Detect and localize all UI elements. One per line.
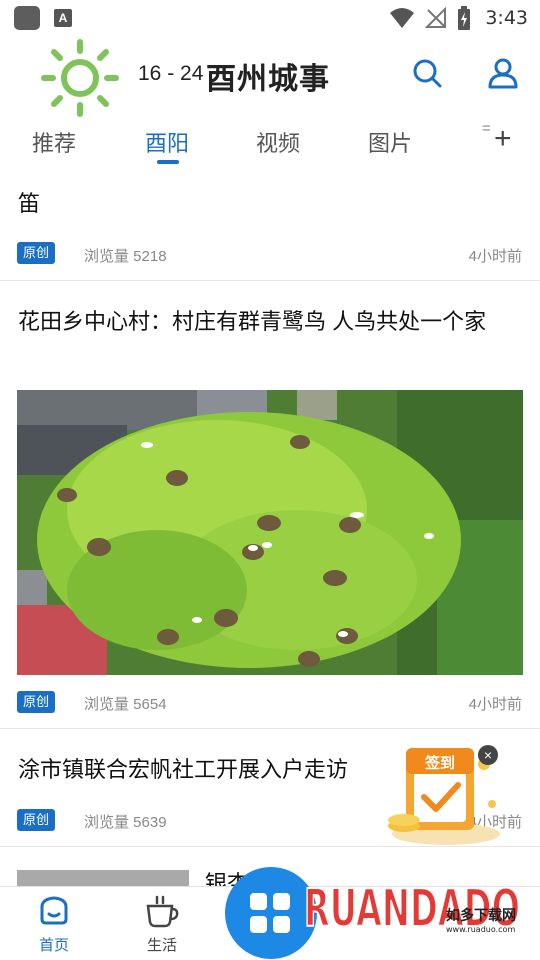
article-title[interactable]: 花田乡中心村：村庄有群青鹭鸟 人鸟共处一个家 — [18, 306, 518, 338]
a-notification-icon: A — [54, 9, 72, 27]
article-title[interactable]: 笛 — [18, 188, 40, 220]
watermark-url: www.ruaduo.com — [446, 925, 515, 934]
signin-label: 签到 — [424, 754, 455, 772]
nav-home[interactable]: 首页 — [24, 895, 84, 955]
nav-home-label: 首页 — [38, 937, 69, 954]
watermark-slogan: 如多下载网 — [446, 907, 516, 924]
channel-tabs: 推荐 酉阳 视频 图片 = + — [0, 116, 540, 172]
weather-temperature[interactable]: 16 - 24 — [138, 62, 203, 86]
tab-video[interactable]: 视频 — [256, 126, 300, 158]
tab-youyang[interactable]: 酉阳 — [145, 126, 189, 158]
home-icon — [40, 896, 68, 925]
original-badge: 原创 — [17, 242, 56, 264]
no-signal-icon — [425, 7, 447, 28]
watermark-logo: RUANDADO 如多下载网 www.ruaduo.com — [225, 867, 521, 959]
tab-pictures[interactable]: 图片 — [368, 126, 412, 158]
user-icon[interactable] — [486, 56, 520, 90]
nav-life[interactable]: 生活 — [132, 895, 192, 955]
view-count: 浏览量 5218 — [84, 248, 167, 265]
search-icon[interactable] — [410, 56, 444, 90]
sun-icon[interactable] — [40, 38, 120, 118]
divider — [0, 846, 540, 847]
wifi-icon — [390, 8, 415, 28]
app-icon — [14, 6, 40, 30]
article-title[interactable]: 涂市镇联合宏帆社工开展入户走访 — [18, 754, 348, 786]
original-badge: 原创 — [17, 809, 56, 831]
app-title: 酉州城事 — [206, 62, 330, 97]
active-tab-indicator — [157, 160, 179, 164]
tab-overflow-indicator: = — [482, 120, 491, 137]
app-header: 16 - 24 酉州城事 — [0, 36, 540, 118]
status-time: 3:43 — [485, 7, 528, 29]
article-thumbnail[interactable] — [17, 870, 189, 886]
aerial-tree-herons-photo[interactable] — [17, 390, 523, 675]
divider — [0, 728, 540, 729]
status-bar-right: 3:43 — [389, 5, 528, 31]
view-count: 浏览量 5654 — [84, 696, 167, 713]
status-bar: A 3:43 — [0, 0, 540, 36]
coffee-cup-icon — [146, 895, 179, 928]
battery-charging-icon — [458, 6, 471, 30]
publish-time: 4小时前 — [468, 696, 522, 713]
close-icon[interactable]: × — [478, 745, 498, 765]
plus-icon[interactable]: + — [494, 122, 512, 156]
view-count: 浏览量 5639 — [84, 814, 167, 831]
divider — [0, 280, 540, 281]
original-badge: 原创 — [17, 691, 56, 713]
tab-recommend[interactable]: 推荐 — [32, 126, 76, 158]
nav-life-label: 生活 — [146, 937, 177, 954]
publish-time: 4小时前 — [468, 248, 522, 265]
